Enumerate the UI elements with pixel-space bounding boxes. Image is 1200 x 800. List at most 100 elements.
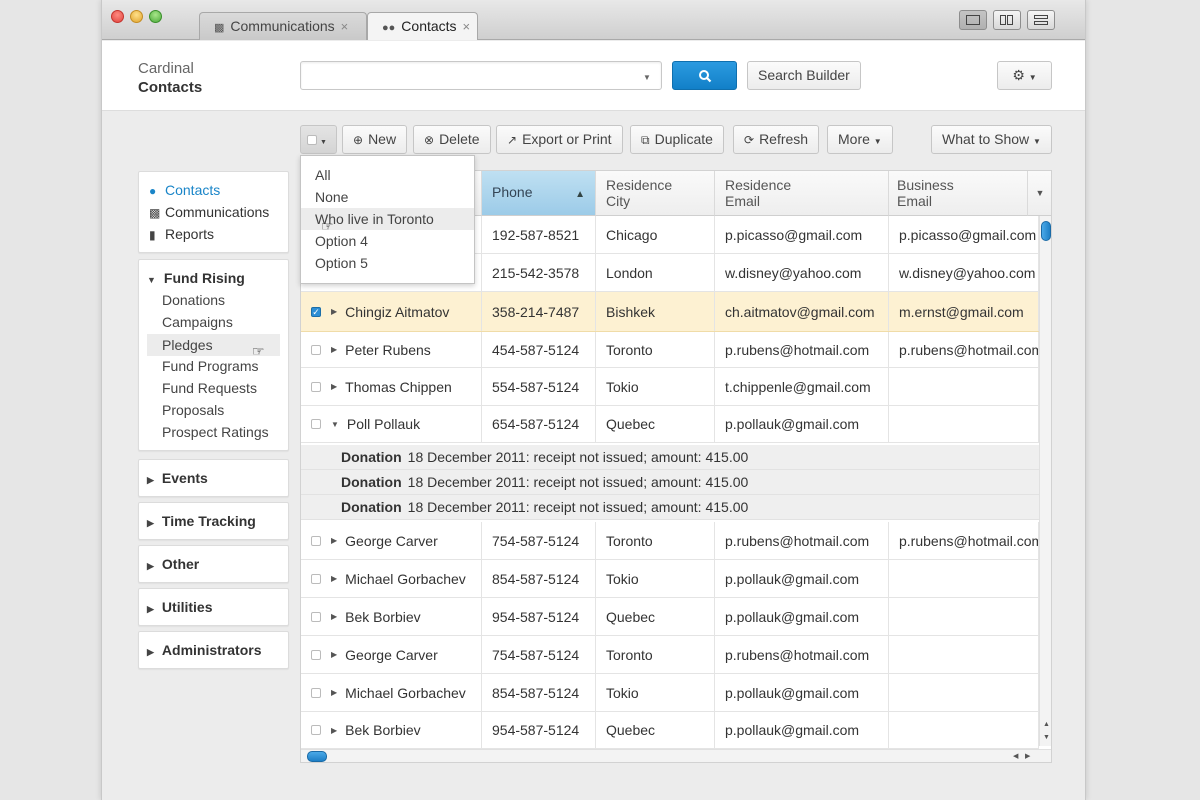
cell-name-text: George Carver [345,532,438,549]
close-window-button[interactable] [111,10,124,23]
chevron-down-icon[interactable]: ▼ [643,73,651,82]
table-row[interactable]: ▶ Bek Borbiev 954-587-5124 Quebec p.pollauk@… [301,712,1039,749]
column-header-phone[interactable]: Phone ▲ [482,171,596,216]
sidebar-item-campaigns[interactable]: Campaigns [162,314,233,330]
cell-phone-text: 754-587-5124 [492,646,580,663]
more-button[interactable]: More ▼ [827,125,893,154]
row-checkbox[interactable] [311,573,321,584]
split-view-button[interactable] [993,10,1021,30]
row-checkbox[interactable] [311,344,321,355]
sidebar-item-contacts[interactable]: ● Contacts [149,182,220,198]
donation-detail-row[interactable]: Donation 18 December 2011: receipt not is… [301,495,1039,520]
caret-right-icon[interactable]: ▶ [331,307,337,316]
sidebar-item-label: Reports [165,226,215,242]
menu-item-none[interactable]: None [301,186,474,208]
tab-contacts[interactable]: ●● Contacts × [367,12,478,40]
sidebar-administrators[interactable]: ▶ Administrators [138,631,289,669]
select-menu-button[interactable]: ▼ [300,125,337,154]
caret-right-icon[interactable]: ▶ [331,536,337,545]
sidebar-time-tracking[interactable]: ▶ Time Tracking [138,502,289,540]
single-view-button[interactable] [959,10,987,30]
cell-city: Quebec [596,406,715,442]
cell-phone: 358-214-7487 [482,292,596,331]
column-menu-button[interactable]: ▼ [1028,171,1051,216]
column-header-residence-city[interactable]: Residence City [596,171,715,216]
minimize-window-button[interactable] [130,10,143,23]
sidebar-other[interactable]: ▶ Other [138,545,289,583]
settings-button[interactable]: ⚙ ▼ [997,61,1052,90]
section-title: Administrators [161,642,262,658]
scroll-right-icon[interactable]: ▶ [1025,752,1030,760]
caret-down-icon[interactable]: ▼ [331,420,339,429]
search-button[interactable] [672,61,737,90]
table-row[interactable]: ▶ Michael Gorbachev 854-587-5124 Tokio p.pol… [301,674,1039,712]
caret-right-icon[interactable]: ▶ [331,382,337,391]
scroll-thumb[interactable] [1041,221,1051,241]
sidebar-item-proposals[interactable]: Proposals [162,402,224,418]
horizontal-scrollbar[interactable]: ◀ ▶ [301,749,1051,762]
title-bar: ▩ Communications × ●● Contacts × [102,0,1085,40]
donation-detail-row[interactable]: Donation 18 December 2011: receipt not is… [301,445,1039,470]
rows-view-button[interactable] [1027,10,1055,30]
row-checkbox[interactable] [311,535,321,546]
caret-right-icon[interactable]: ▶ [331,650,337,659]
cell-name: ▶ Bek Borbiev [301,712,482,748]
export-button[interactable]: ↗ Export or Print [496,125,623,154]
table-row[interactable]: ▶ Thomas Chippen 554-587-5124 Tokio t.chippe… [301,368,1039,406]
tab-communications[interactable]: ▩ Communications × [199,12,367,40]
new-button[interactable]: ⊕ New [342,125,408,154]
row-checkbox[interactable]: ✓ [311,306,321,317]
search-input[interactable] [300,61,662,90]
table-row[interactable]: ✓ ▶ Chingiz Aitmatov 358-214-7487 Bishkek ch.… [301,292,1039,332]
cell-name: ▶ Michael Gorbachev [301,560,482,597]
delete-button[interactable]: ⊗ Delete [413,125,491,154]
zoom-window-button[interactable] [149,10,162,23]
sidebar-item-prospect-ratings[interactable]: Prospect Ratings [162,424,269,440]
scroll-down-icon[interactable]: ▼ [1043,734,1050,741]
caret-right-icon[interactable]: ▶ [331,612,337,621]
caret-right-icon[interactable]: ▶ [331,688,337,697]
scroll-up-icon[interactable]: ▲ [1043,721,1050,728]
detail-label: Donation [341,474,402,490]
menu-item-option-5[interactable]: Option 5 [301,252,474,274]
sidebar-item-donations[interactable]: Donations [162,292,225,308]
scroll-thumb[interactable] [307,751,327,762]
table-row[interactable]: ▶ George Carver 754-587-5124 Toronto p.ruben… [301,522,1039,560]
close-tab-icon[interactable]: × [341,19,349,34]
sidebar-events[interactable]: ▶ Events [138,459,289,497]
refresh-button[interactable]: ⟳ Refresh [733,125,820,154]
what-to-show-button[interactable]: What to Show ▼ [931,125,1052,154]
row-checkbox[interactable] [311,611,321,622]
detail-label: Donation [341,499,402,515]
scroll-left-icon[interactable]: ◀ [1013,752,1018,760]
sidebar-utilities[interactable]: ▶ Utilities [138,588,289,626]
sidebar-item-communications[interactable]: ▩ Communications [149,204,269,220]
table-row[interactable]: ▶ Peter Rubens 454-587-5124 Toronto p.rubens… [301,332,1039,368]
table-row[interactable]: ▶ George Carver 754-587-5124 Toronto p.ruben… [301,636,1039,674]
row-checkbox[interactable] [311,725,321,735]
sidebar-item-fund-programs[interactable]: Fund Programs [162,358,258,374]
menu-item-all[interactable]: All [301,164,474,186]
caret-right-icon[interactable]: ▶ [331,726,337,735]
row-checkbox[interactable] [311,649,321,660]
duplicate-button[interactable]: ⧉ Duplicate [630,125,724,154]
row-checkbox[interactable] [311,381,321,392]
sidebar-item-fund-requests[interactable]: Fund Requests [162,380,257,396]
column-header-business-email[interactable]: Business Email [889,171,1028,216]
column-header-residence-email[interactable]: Residence Email [715,171,889,216]
sidebar-fund-rising: ▼ Fund Rising Donations Campaigns Pledges… [138,259,289,451]
sidebar-item-reports[interactable]: ▮ Reports [149,226,214,242]
table-row[interactable]: ▶ Michael Gorbachev 854-587-5124 Tokio p.pol… [301,560,1039,598]
table-row[interactable]: ▼ Poll Pollauk 654-587-5124 Quebec p.pollauk… [301,406,1039,443]
caret-right-icon[interactable]: ▶ [331,574,337,583]
cell-city: Chicago [596,216,715,253]
search-builder-button[interactable]: Search Builder [747,61,861,90]
row-checkbox[interactable] [311,419,321,429]
caret-right-icon[interactable]: ▶ [331,345,337,354]
donation-detail-row[interactable]: Donation 18 December 2011: receipt not is… [301,470,1039,495]
vertical-scrollbar[interactable]: ▲ ▼ [1039,216,1051,746]
section-toggle-fund-rising[interactable]: ▼ Fund Rising [147,270,245,286]
table-row[interactable]: ▶ Bek Borbiev 954-587-5124 Quebec p.pollauk@… [301,598,1039,636]
row-checkbox[interactable] [311,687,321,698]
close-tab-icon[interactable]: × [463,19,471,34]
